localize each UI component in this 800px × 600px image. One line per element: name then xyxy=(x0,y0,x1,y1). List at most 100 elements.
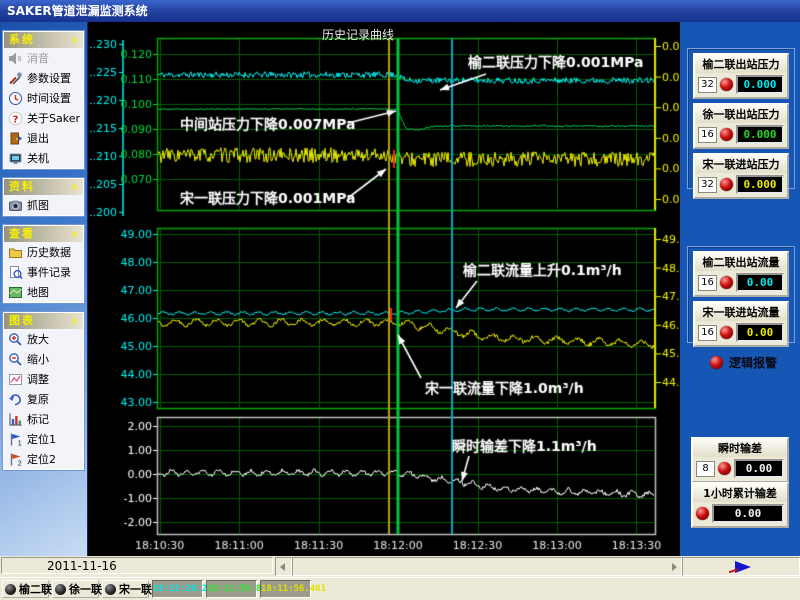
sidebar-item-label: 历史数据 xyxy=(27,244,71,260)
sidebar-item-label: 退出 xyxy=(27,130,49,146)
gauge-value: 0.00 xyxy=(736,323,784,342)
play-forward-button[interactable] xyxy=(682,557,800,576)
sidebar-item-mark[interactable]: 标记 xyxy=(4,409,83,429)
history-chart-canvas[interactable] xyxy=(90,22,680,556)
alarm-label: 逻辑报警 xyxy=(729,354,777,371)
legend-button-yu2[interactable]: 榆二联 xyxy=(2,580,49,598)
sidebar-item-clock[interactable]: 时间设置 xyxy=(4,88,83,108)
sidebar-item-label: 抓图 xyxy=(27,197,49,213)
legend-button-xu1[interactable]: 徐一联 xyxy=(52,580,99,598)
spin-left-icon xyxy=(280,563,285,571)
collapse-chevron-icon: « xyxy=(66,230,82,237)
exit-icon xyxy=(8,131,23,146)
sidebar-item-log[interactable]: 事件记录 xyxy=(4,262,83,282)
statusbar-top: 2011-11-16 xyxy=(0,556,800,577)
chart-area: 历史记录曲线 xyxy=(88,22,680,556)
gauge-title: 榆二联出站流量 xyxy=(695,253,787,271)
sidebar-group-header[interactable]: 图表« xyxy=(4,313,83,329)
alarm-led-icon xyxy=(710,356,723,369)
gauge-song1-in-pressure: 宋一联进站压力 32 0.000 xyxy=(693,153,789,199)
sidebar-item-exit[interactable]: 退出 xyxy=(4,128,83,148)
status-led-icon xyxy=(720,178,733,191)
gauge-address: 16 xyxy=(698,127,717,143)
date-cell: 2011-11-16 xyxy=(1,557,273,574)
map-icon xyxy=(8,285,23,300)
application-window: SAKER管道泄漏监测系统 系统 « 消音参数设置时间设置? 关于Saker 退出关机资… xyxy=(0,0,800,600)
sidebar-item-label: 地图 xyxy=(27,284,49,300)
gauge-song1-in-flow: 宋一联进站流量 16 0.00 xyxy=(693,301,789,347)
gauge-address: 32 xyxy=(698,177,717,193)
sidebar-item-power[interactable]: 关机 xyxy=(4,148,83,168)
power-icon xyxy=(8,151,23,166)
sidebar-item-adjust[interactable]: 调整 xyxy=(4,369,83,389)
sidebar-item-label: 时间设置 xyxy=(27,90,71,106)
sidebar-item-map[interactable]: 地图 xyxy=(4,282,83,302)
sidebar-item-label: 调整 xyxy=(27,371,49,387)
gauge-value: 0.000 xyxy=(736,125,784,144)
gauge-yu2-out-flow: 榆二联出站流量 16 0.00 xyxy=(693,251,789,297)
sidebar-group-label: 资料 xyxy=(9,179,35,195)
chart-title: 历史记录曲线 xyxy=(88,26,628,43)
spin-right-icon[interactable] xyxy=(672,563,677,571)
sidebar-item-label: 参数设置 xyxy=(27,70,71,86)
window-titlebar: SAKER管道泄漏监测系统 xyxy=(0,0,800,22)
sidebar-item-zoom-in[interactable]: 放大 xyxy=(4,329,83,349)
gauge-title: 1小时累计输差 xyxy=(693,484,787,502)
sidebar-item-locate1[interactable]: 1 定位1 xyxy=(4,429,83,449)
legend-label: 徐一联 xyxy=(69,581,102,597)
sidebar-item-label: 定位1 xyxy=(27,431,56,447)
sidebar-item-mute[interactable]: 消音 xyxy=(4,48,83,68)
sidebar-item-about[interactable]: ? 关于Saker xyxy=(4,108,83,128)
status-led-icon xyxy=(720,78,733,91)
gauge-address: 8 xyxy=(696,461,715,477)
svg-text:?: ? xyxy=(13,114,19,125)
collapse-chevron-icon: « xyxy=(66,183,82,190)
sidebar-group-header[interactable]: 查看« xyxy=(4,226,83,242)
station-led-icon xyxy=(5,584,16,595)
gauge-title: 瞬时输差 xyxy=(693,439,787,457)
station-led-icon xyxy=(55,584,66,595)
sidebar-item-folder[interactable]: 历史数据 xyxy=(4,242,83,262)
sidebar-item-label: 关于Saker xyxy=(27,110,80,126)
restore-icon xyxy=(8,392,23,407)
svg-text:1: 1 xyxy=(18,439,22,447)
sidebar-group-header[interactable]: 系统 « xyxy=(4,32,83,48)
gauge-value: 0.000 xyxy=(736,175,784,194)
locate1-icon: 1 xyxy=(8,432,23,447)
sidebar-item-locate2[interactable]: 2定位2 xyxy=(4,449,83,469)
gauge-value: 0.000 xyxy=(736,75,784,94)
folder-icon xyxy=(8,245,23,260)
sidebar-group-label: 系统 xyxy=(9,32,35,48)
sidebar-item-zoom-out[interactable]: 缩小 xyxy=(4,349,83,369)
legend-button-song1[interactable]: 宋一联 xyxy=(102,580,149,598)
gauge-xu1-out-pressure: 徐一联出站压力 16 0.000 xyxy=(693,103,789,149)
mute-icon xyxy=(8,51,23,66)
statusbar-bottom: 榆二联 徐一联 宋一联 18:12:20.282 18:11:59.821 18… xyxy=(0,577,800,600)
sidebar-item-restore[interactable]: 复原 xyxy=(4,389,83,409)
spin-left-button[interactable] xyxy=(275,557,292,576)
sidebar-item-camera[interactable]: 抓图 xyxy=(4,195,83,215)
timestamp-song1: 18:11:56.401 xyxy=(260,580,311,598)
locate2-icon: 2 xyxy=(8,452,23,467)
camera-icon xyxy=(8,198,23,213)
sidebar-group-3: 图表«放大缩小调整复原标记 1 定位1 2定位2 xyxy=(3,312,84,470)
sidebar-item-label: 标记 xyxy=(27,411,49,427)
gauge-address: 16 xyxy=(698,275,717,291)
play-arrow-icon xyxy=(727,560,755,574)
gauge-value: 0.00 xyxy=(736,273,784,292)
settings-icon xyxy=(8,71,23,86)
zoom-out-icon xyxy=(8,352,23,367)
status-led-icon xyxy=(718,462,731,475)
sidebar-group-header[interactable]: 资料 « xyxy=(4,179,83,195)
gauge-address: 16 xyxy=(698,325,717,341)
sidebar-group-0: 系统 « 消音参数设置时间设置? 关于Saker 退出关机 xyxy=(3,31,84,169)
sidebar-group-2: 查看« 历史数据事件记录地图 xyxy=(3,225,84,303)
timestamp-xu1: 18:11:59.821 xyxy=(206,580,257,598)
gauge-title: 宋一联进站流量 xyxy=(695,303,787,321)
mark-icon xyxy=(8,412,23,427)
zoom-in-icon xyxy=(8,332,23,347)
clock-icon xyxy=(8,91,23,106)
sidebar-item-settings[interactable]: 参数设置 xyxy=(4,68,83,88)
collapse-chevron-icon: « xyxy=(66,36,82,43)
pressure-gauge-group: 榆二联出站压力 32 0.000 徐一联出站压力 16 0.000 宋一联进站压… xyxy=(687,48,795,189)
